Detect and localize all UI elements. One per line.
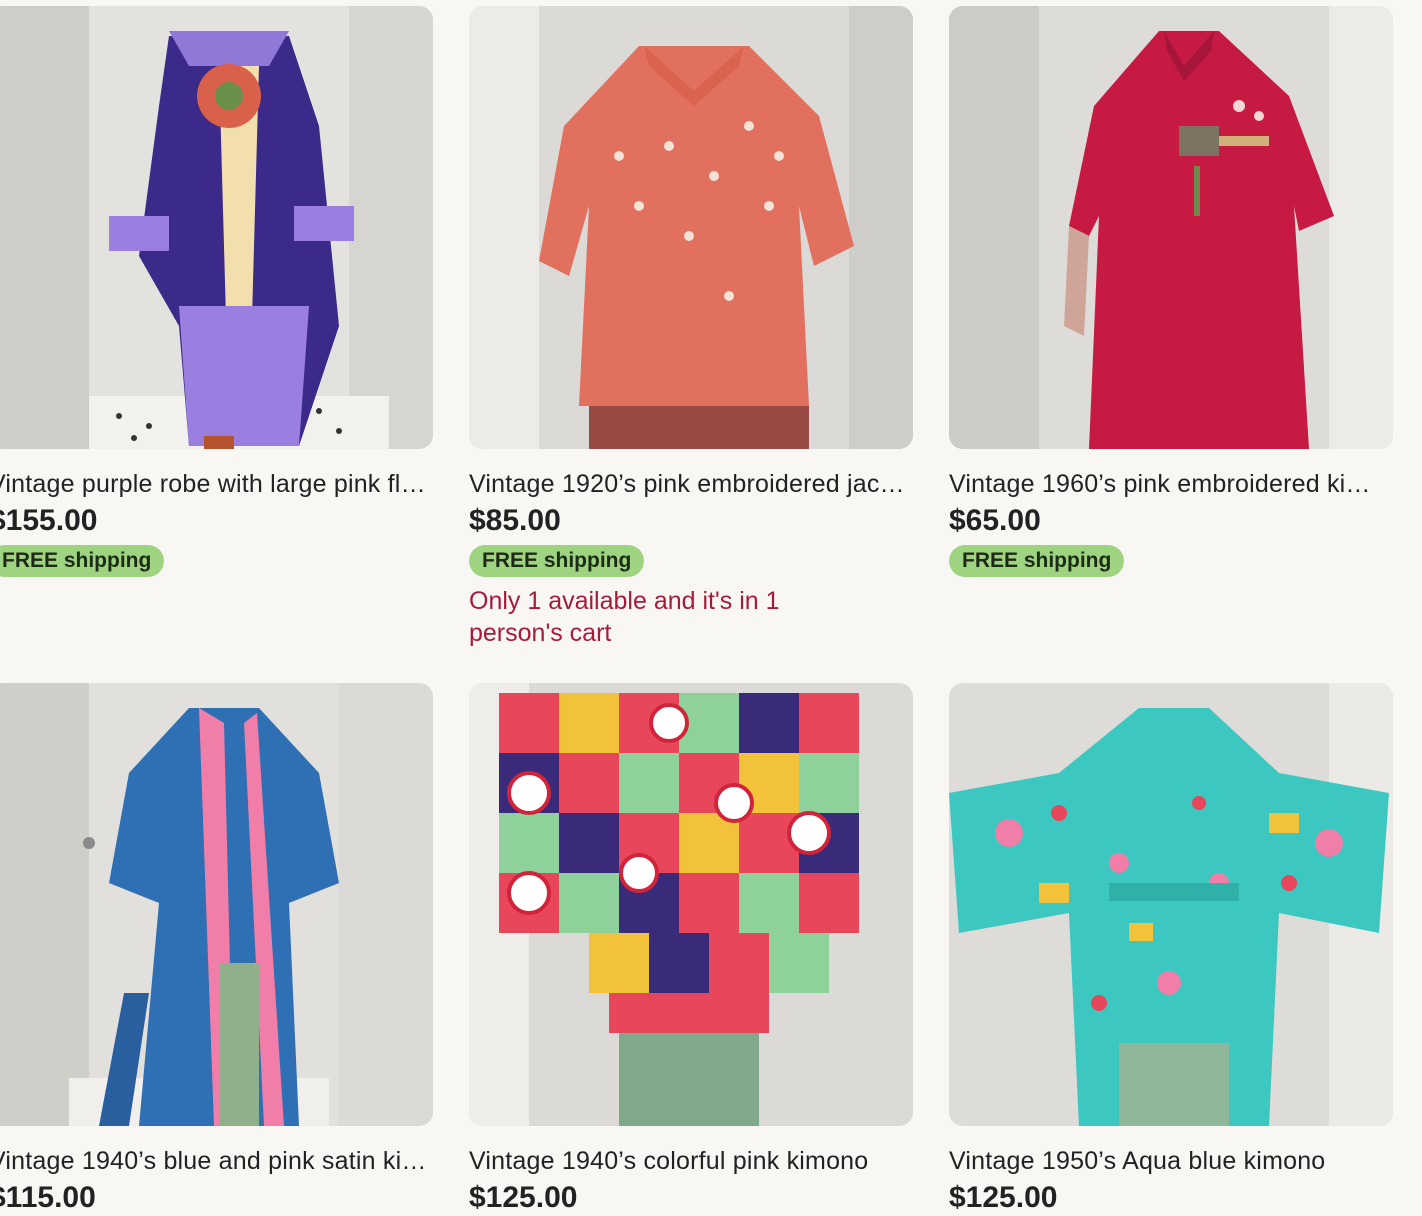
stock-notice: Only 1 available and it's in 1 person's …: [469, 587, 780, 647]
listing-price: $155.00: [0, 504, 98, 537]
listing-title[interactable]: Vintage 1960’s pink embroidered kimono: [949, 469, 1389, 499]
listing-photo[interactable]: [949, 683, 1393, 1126]
purple-robe-image: [0, 6, 433, 449]
listing-photo[interactable]: [949, 6, 1393, 449]
listing-card[interactable]: Vintage purple robe with large pink flow…: [0, 6, 433, 577]
listing-card[interactable]: Vintage 1920’s pink embroidered jacket $…: [469, 6, 913, 649]
free-shipping-badge: FREE shipping: [469, 545, 645, 577]
listing-photo[interactable]: [469, 683, 913, 1126]
listing-price: $65.00: [949, 504, 1041, 537]
listing-photo[interactable]: [0, 6, 433, 449]
blue-satin-kimono-image: [0, 683, 433, 1126]
listing-price: $85.00: [469, 504, 561, 537]
listing-grid: Vintage purple robe with large pink flow…: [0, 0, 1422, 1214]
free-shipping-badge: FREE shipping: [0, 545, 165, 577]
listing-title[interactable]: Vintage 1940’s colorful pink kimono: [469, 1146, 909, 1176]
listing-card[interactable]: Vintage 1960’s pink embroidered kimono $…: [949, 6, 1393, 577]
red-kimono-image: [949, 6, 1393, 449]
listing-price: $125.00: [469, 1181, 578, 1214]
listing-title[interactable]: Vintage 1940’s blue and pink satin kimon…: [0, 1146, 429, 1176]
listing-price: $115.00: [0, 1181, 96, 1214]
listing-card[interactable]: Vintage 1950’s Aqua blue kimono $125.00: [949, 683, 1393, 1216]
listing-title[interactable]: Vintage purple robe with large pink flow…: [0, 469, 429, 499]
listing-photo[interactable]: [469, 6, 913, 449]
listing-photo[interactable]: [0, 683, 433, 1126]
free-shipping-badge: FREE shipping: [949, 545, 1125, 577]
colorful-kimono-image: [469, 683, 913, 1126]
listing-title[interactable]: Vintage 1920’s pink embroidered jacket: [469, 469, 909, 499]
listing-price: $125.00: [949, 1181, 1058, 1214]
aqua-kimono-image: [949, 683, 1393, 1126]
listing-card[interactable]: Vintage 1940’s colorful pink kimono $125…: [469, 683, 913, 1216]
listing-card[interactable]: Vintage 1940’s blue and pink satin kimon…: [0, 683, 433, 1216]
listing-title[interactable]: Vintage 1950’s Aqua blue kimono: [949, 1146, 1389, 1176]
pink-jacket-image: [469, 6, 913, 449]
